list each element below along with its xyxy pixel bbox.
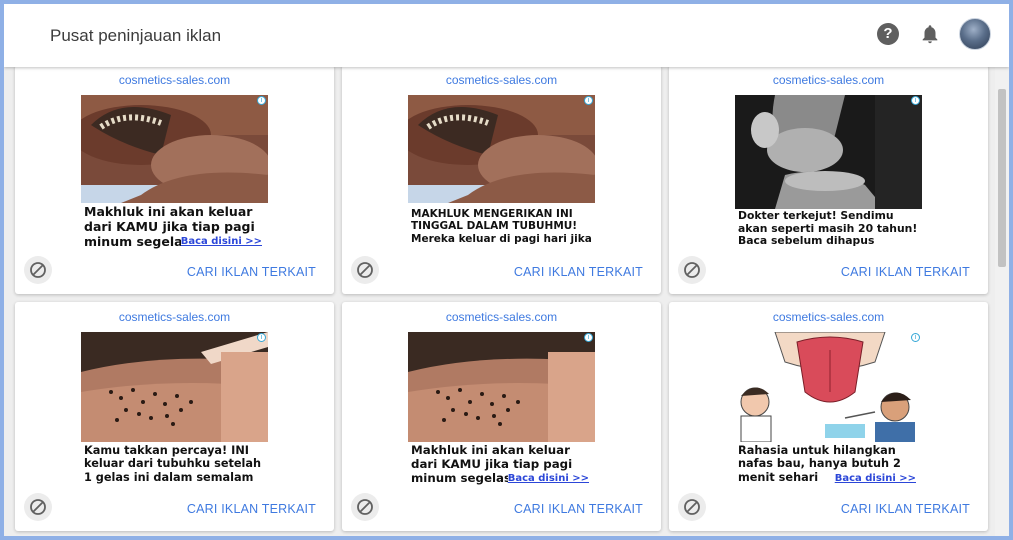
ad-domain[interactable]: cosmetics-sales.com bbox=[15, 73, 334, 87]
block-ad-button[interactable] bbox=[24, 493, 52, 521]
adchoices-icon[interactable]: i bbox=[257, 96, 266, 105]
adchoices-icon[interactable]: i bbox=[584, 333, 593, 342]
vertical-scrollbar[interactable] bbox=[995, 67, 1009, 536]
skin-dots-photo bbox=[81, 332, 268, 442]
ad-card: cosmetics-sales.com i Kamu takkan percay… bbox=[15, 302, 334, 531]
bell-icon[interactable] bbox=[919, 22, 941, 46]
find-related-ads-button[interactable]: CARI IKLAN TERKAIT bbox=[187, 265, 316, 279]
block-ad-button[interactable] bbox=[351, 256, 379, 284]
adchoices-icon[interactable]: i bbox=[584, 96, 593, 105]
block-ad-button[interactable] bbox=[351, 493, 379, 521]
ad-read-more-link[interactable]: Baca disini >> bbox=[180, 236, 262, 247]
block-icon bbox=[684, 499, 700, 515]
ad-read-more-link[interactable]: Baca disini >> bbox=[507, 473, 589, 484]
ad-creative[interactable]: i Kamu takkan percaya! INI keluar dari t… bbox=[81, 332, 268, 487]
find-related-ads-button[interactable]: CARI IKLAN TERKAIT bbox=[841, 502, 970, 516]
block-icon bbox=[357, 262, 373, 278]
block-icon bbox=[30, 499, 46, 515]
block-icon bbox=[357, 499, 373, 515]
find-related-ads-button[interactable]: CARI IKLAN TERKAIT bbox=[514, 502, 643, 516]
block-icon bbox=[30, 262, 46, 278]
block-ad-button[interactable] bbox=[24, 256, 52, 284]
page-title: Pusat peninjauan iklan bbox=[50, 26, 222, 45]
skin-dots-photo bbox=[408, 332, 595, 442]
ad-domain[interactable]: cosmetics-sales.com bbox=[15, 310, 334, 324]
help-icon[interactable]: ? bbox=[877, 23, 899, 45]
ad-card: cosmetics-sales.com i MAKHLUK MENGERIKAN… bbox=[342, 65, 661, 294]
ad-creative[interactable]: i Makhluk ini akan keluar dari KAMU jika… bbox=[408, 332, 595, 487]
avatar[interactable] bbox=[959, 18, 991, 50]
ad-card: cosmetics-sales.com i Dokter terkejut! S… bbox=[669, 65, 988, 294]
block-ad-button[interactable] bbox=[678, 493, 706, 521]
worm-in-skin-photo bbox=[81, 95, 268, 203]
ad-creative[interactable]: i Rahasia untuk hilangkan nafas bau, han… bbox=[735, 332, 922, 487]
ad-card: cosmetics-sales.com i Rahasia untuk hila… bbox=[669, 302, 988, 531]
ad-headline: Dokter terkejut! Sendimu akan seperti ma… bbox=[738, 209, 918, 248]
scrollbar-thumb[interactable] bbox=[998, 89, 1006, 267]
knee-xray bbox=[735, 95, 922, 209]
app-window: Pusat peninjauan iklan ? cosmetics-sales… bbox=[4, 4, 1009, 536]
ad-card: cosmetics-sales.com i Makhluk ini akan k… bbox=[342, 302, 661, 531]
ad-domain[interactable]: cosmetics-sales.com bbox=[342, 73, 661, 87]
tongue-illustration bbox=[735, 332, 922, 442]
find-related-ads-button[interactable]: CARI IKLAN TERKAIT bbox=[187, 502, 316, 516]
ad-headline: Kamu takkan percaya! INI keluar dari tub… bbox=[84, 444, 262, 484]
top-app-bar: Pusat peninjauan iklan ? bbox=[4, 4, 1009, 67]
ad-creative[interactable]: i Dokter terkejut! Sendimu akan seperti … bbox=[735, 95, 922, 250]
find-related-ads-button[interactable]: CARI IKLAN TERKAIT bbox=[841, 265, 970, 279]
ad-domain[interactable]: cosmetics-sales.com bbox=[669, 73, 988, 87]
header-actions: ? bbox=[877, 18, 991, 50]
ad-creative[interactable]: i MAKHLUK MENGERIKAN INI TINGGAL DALAM T… bbox=[408, 95, 595, 250]
ad-card: cosmetics-sales.com i Makhluk ini akan k… bbox=[15, 65, 334, 294]
ad-headline: MAKHLUK MENGERIKAN INI TINGGAL DALAM TUB… bbox=[411, 208, 592, 245]
find-related-ads-button[interactable]: CARI IKLAN TERKAIT bbox=[514, 265, 643, 279]
worm-in-skin-photo bbox=[408, 95, 595, 203]
ad-domain[interactable]: cosmetics-sales.com bbox=[669, 310, 988, 324]
adchoices-icon[interactable]: i bbox=[911, 96, 920, 105]
adchoices-icon[interactable]: i bbox=[257, 333, 266, 342]
ad-grid: cosmetics-sales.com i Makhluk ini akan k… bbox=[4, 65, 995, 536]
ad-creative[interactable]: i Makhluk ini akan keluar dari KAMU jika… bbox=[81, 95, 268, 250]
block-icon bbox=[684, 262, 700, 278]
adchoices-icon[interactable]: i bbox=[911, 333, 920, 342]
block-ad-button[interactable] bbox=[678, 256, 706, 284]
ad-read-more-link[interactable]: Baca disini >> bbox=[834, 473, 916, 484]
ad-domain[interactable]: cosmetics-sales.com bbox=[342, 310, 661, 324]
